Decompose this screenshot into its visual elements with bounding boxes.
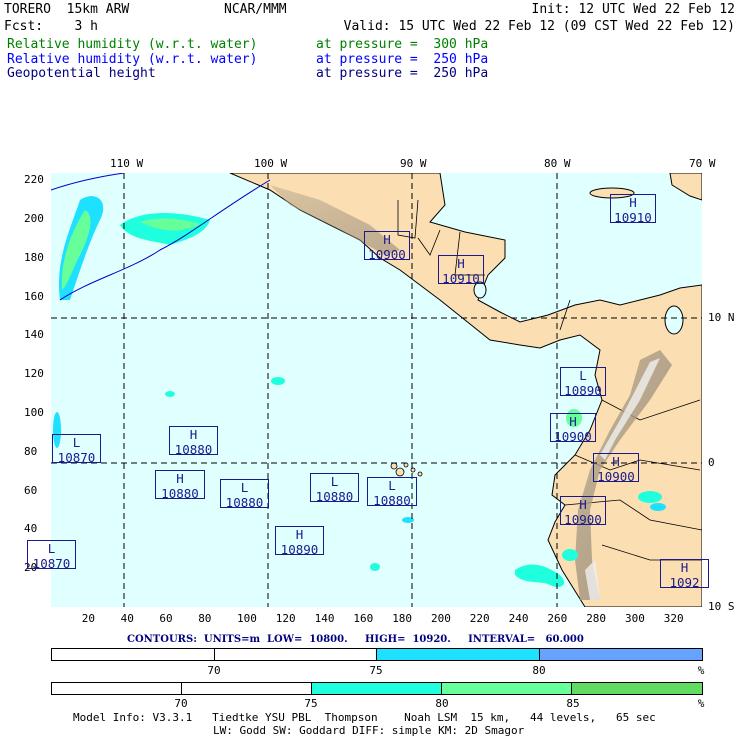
x-tick-label: 220: [469, 612, 490, 625]
colorbar-rh250: [51, 648, 703, 661]
map-panel: H 10910 H 10900 H 10910 L 10890 H 10900 H 1090…: [27, 173, 709, 607]
field-height-name: Geopotential height: [7, 66, 156, 81]
x-tick-label: 60: [159, 612, 173, 625]
colorbar-segment: [215, 649, 377, 660]
lon-label-110w: 110 W: [110, 157, 144, 170]
pressure-center-label: H 10880: [169, 426, 218, 457]
model-info-line1: Model Info: V3.3.1 Tiedtke YSU PBL Thomp…: [73, 711, 656, 724]
colorbar-segment: [52, 683, 182, 694]
field-rh300-level: at pressure = 300 hPa: [316, 37, 489, 52]
pressure-center-label: H 10890: [275, 526, 324, 557]
pressure-center-label: H 1092: [660, 559, 709, 590]
pressure-center-label: L 10870: [52, 434, 101, 465]
lon-label-80w: 80 W: [544, 157, 571, 170]
x-tick-label: 160: [353, 612, 374, 625]
y-tick-label: 180: [24, 250, 44, 264]
pressure-center-label: L 10880: [220, 479, 269, 510]
y-tick-label: 140: [24, 328, 44, 342]
pressure-center-label: H 10900: [550, 413, 596, 444]
pressure-center-label: H 10910: [438, 255, 484, 286]
pressure-center-label: L 10880: [367, 477, 417, 508]
contour-info: CONTOURS: UNITS=m LOW= 10800. HIGH= 1092…: [127, 634, 584, 645]
x-tick-label: 260: [547, 612, 568, 625]
pressure-center-label: H 10900: [364, 231, 410, 262]
x-tick-label: 40: [120, 612, 134, 625]
colorbar-label: 75: [369, 664, 383, 677]
lake-maracaibo: [664, 305, 684, 335]
lat-label-10s: 10 S: [708, 600, 735, 613]
y-tick-label: 200: [24, 212, 44, 225]
pressure-center-label: L 10880: [310, 473, 359, 504]
lon-label-100w: 100 W: [254, 157, 288, 170]
x-tick-label: 300: [625, 612, 645, 625]
init-time: Init: 12 UTC Wed 22 Feb 12: [531, 2, 736, 17]
colorbar-segment: [442, 683, 572, 694]
colorbar-label: 85: [566, 697, 580, 710]
x-tick-label: 140: [314, 612, 335, 625]
pressure-center-label: H 10910: [610, 194, 656, 225]
x-tick-label: 100: [237, 612, 257, 625]
lon-label-90w: 90 W: [400, 157, 427, 170]
colorbar-label: 75: [304, 697, 318, 710]
colorbar-segment: [182, 683, 312, 694]
lat-label-0: 0: [708, 456, 715, 469]
organization: NCAR/MMM: [224, 2, 287, 17]
y-tick-label: 80: [24, 444, 38, 458]
colorbar-segment: [312, 683, 442, 694]
y-tick-label: 100: [24, 406, 44, 419]
field-rh300-name: Relative humidity (w.r.t. water): [7, 37, 258, 52]
x-tick-label: 280: [586, 612, 607, 625]
colorbar-label: 70: [207, 664, 221, 677]
y-tick-label: 220: [24, 173, 44, 187]
colorbar-label: 80: [435, 697, 449, 710]
field-height-level: at pressure = 250 hPa: [316, 66, 489, 81]
colorbar-label: 80: [532, 664, 546, 677]
y-tick-label: 60: [24, 483, 38, 497]
forecast-hour: Fcst: 3 h: [4, 19, 98, 34]
valid-time: Valid: 15 UTC Wed 22 Feb 12 (09 CST Wed …: [343, 19, 735, 34]
lat-label-10n: 10 N: [708, 311, 735, 324]
lon-label-70w: 70 W: [689, 157, 716, 170]
x-tick-label: 20: [81, 612, 96, 625]
colorbar-segment: [52, 649, 215, 660]
pressure-center-label: H 10880: [155, 470, 205, 501]
x-tick-label: 240: [508, 612, 529, 625]
colorbar-rh300: [51, 682, 703, 695]
x-tick-label: 180: [392, 612, 413, 625]
colorbar-label: %: [697, 664, 705, 677]
y-tick-label: 160: [24, 289, 44, 303]
field-rh250-name: Relative humidity (w.r.t. water): [7, 52, 258, 67]
pressure-center-label: H 10900: [593, 453, 639, 484]
colorbar-segment: [377, 649, 540, 660]
y-tick-label: 120: [24, 367, 44, 381]
weather-map-page: TORERO 15km ARW NCAR/MMM Init: 12 UTC We…: [0, 0, 740, 740]
model-info-line2: LW: Godd SW: Goddard DIFF: simple KM: 2D…: [213, 724, 525, 737]
x-tick-label: 320: [663, 612, 684, 625]
pressure-center-label: L 10890: [560, 367, 606, 398]
colorbar-segment: [539, 649, 702, 660]
x-tick-label: 200: [431, 612, 451, 625]
colorbar-segment: [572, 683, 702, 694]
model-title: TORERO 15km ARW: [4, 2, 130, 17]
x-tick-label: 120: [275, 612, 296, 625]
field-rh250-level: at pressure = 250 hPa: [316, 52, 489, 67]
pressure-center-label: L 10870: [27, 540, 76, 571]
pressure-center-label: H 10900: [560, 496, 606, 527]
x-tick-label: 80: [198, 612, 212, 625]
y-tick-label: 40: [24, 522, 38, 536]
colorbar-label: %: [697, 697, 705, 710]
colorbar-label: 70: [174, 697, 188, 710]
